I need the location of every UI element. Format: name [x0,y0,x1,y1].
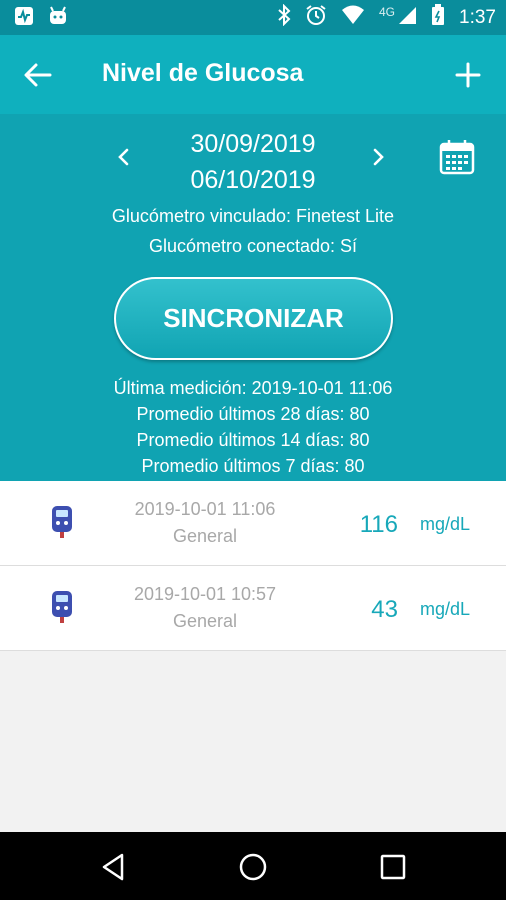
status-clock: 1:37 [459,7,496,28]
reading-category: General [172,526,238,546]
last-measurement: Última medición: 2019-10-01 11:06 [113,378,393,398]
reading-value: 116 [359,511,398,538]
chevron-left-icon [118,148,129,166]
linked-glucometer: Glucómetro vinculado: Finetest Lite [111,206,395,226]
readings-list: 2019-10-01 11:06 General 116 mg/dL 2019-… [0,481,506,651]
system-navigation-bar [0,832,506,900]
average-28-days: Promedio últimos 28 días: 80 [136,404,370,424]
summary-panel: 30/09/2019 06/10/2019 Glucómetro vincula… [0,114,506,481]
list-item[interactable]: 2019-10-01 10:57 General 43 mg/dL [0,566,506,651]
glucometer-icon [52,591,72,623]
arrow-left-icon [24,63,52,87]
reading-value: 43 [371,596,398,623]
plus-icon [455,62,481,88]
average-7-days: Promedio últimos 7 días: 80 [141,456,365,476]
app-bar: Nivel de Glucosa [0,35,506,114]
reading-timestamp: 2019-10-01 10:57 [133,584,277,604]
average-14-days: Promedio últimos 14 días: 80 [136,430,370,450]
reading-timestamp: 2019-10-01 11:06 [134,499,276,519]
next-range-button[interactable] [364,142,394,172]
sync-button[interactable]: SINCRONIZAR [114,277,393,360]
nav-back-button[interactable] [96,850,130,884]
list-item[interactable]: 2019-10-01 11:06 General 116 mg/dL [0,481,506,566]
calendar-button[interactable] [438,138,476,176]
date-range: 30/09/2019 06/10/2019 [0,126,506,198]
connected-glucometer: Glucómetro conectado: Sí [148,236,358,256]
square-recents-icon [380,854,406,880]
date-range-start: 30/09/2019 [190,130,316,158]
reading-category: General [172,611,238,631]
nav-home-button[interactable] [236,850,270,884]
glucometer-icon [52,506,72,538]
page-title: Nivel de Glucosa [102,59,304,87]
wifi-icon [341,5,365,31]
nav-recents-button[interactable] [376,850,410,884]
alarm-icon [305,4,327,32]
circle-home-icon [239,853,267,881]
previous-range-button[interactable] [108,142,138,172]
back-button[interactable] [20,57,56,93]
notification-app-icon [14,6,34,31]
cell-signal-icon [397,5,417,31]
reading-unit: mg/dL [419,514,470,534]
bluetooth-icon [277,3,291,32]
chevron-right-icon [373,148,384,166]
reading-unit: mg/dL [419,599,470,619]
status-bar: 4G 1:37 [0,0,506,35]
triangle-back-icon [102,853,124,881]
network-type-label: 4G [379,5,396,19]
add-button[interactable] [450,57,486,93]
calendar-icon [439,140,475,175]
android-notification-icon [48,6,68,31]
date-range-end: 06/10/2019 [190,166,316,194]
battery-icon [431,4,445,32]
